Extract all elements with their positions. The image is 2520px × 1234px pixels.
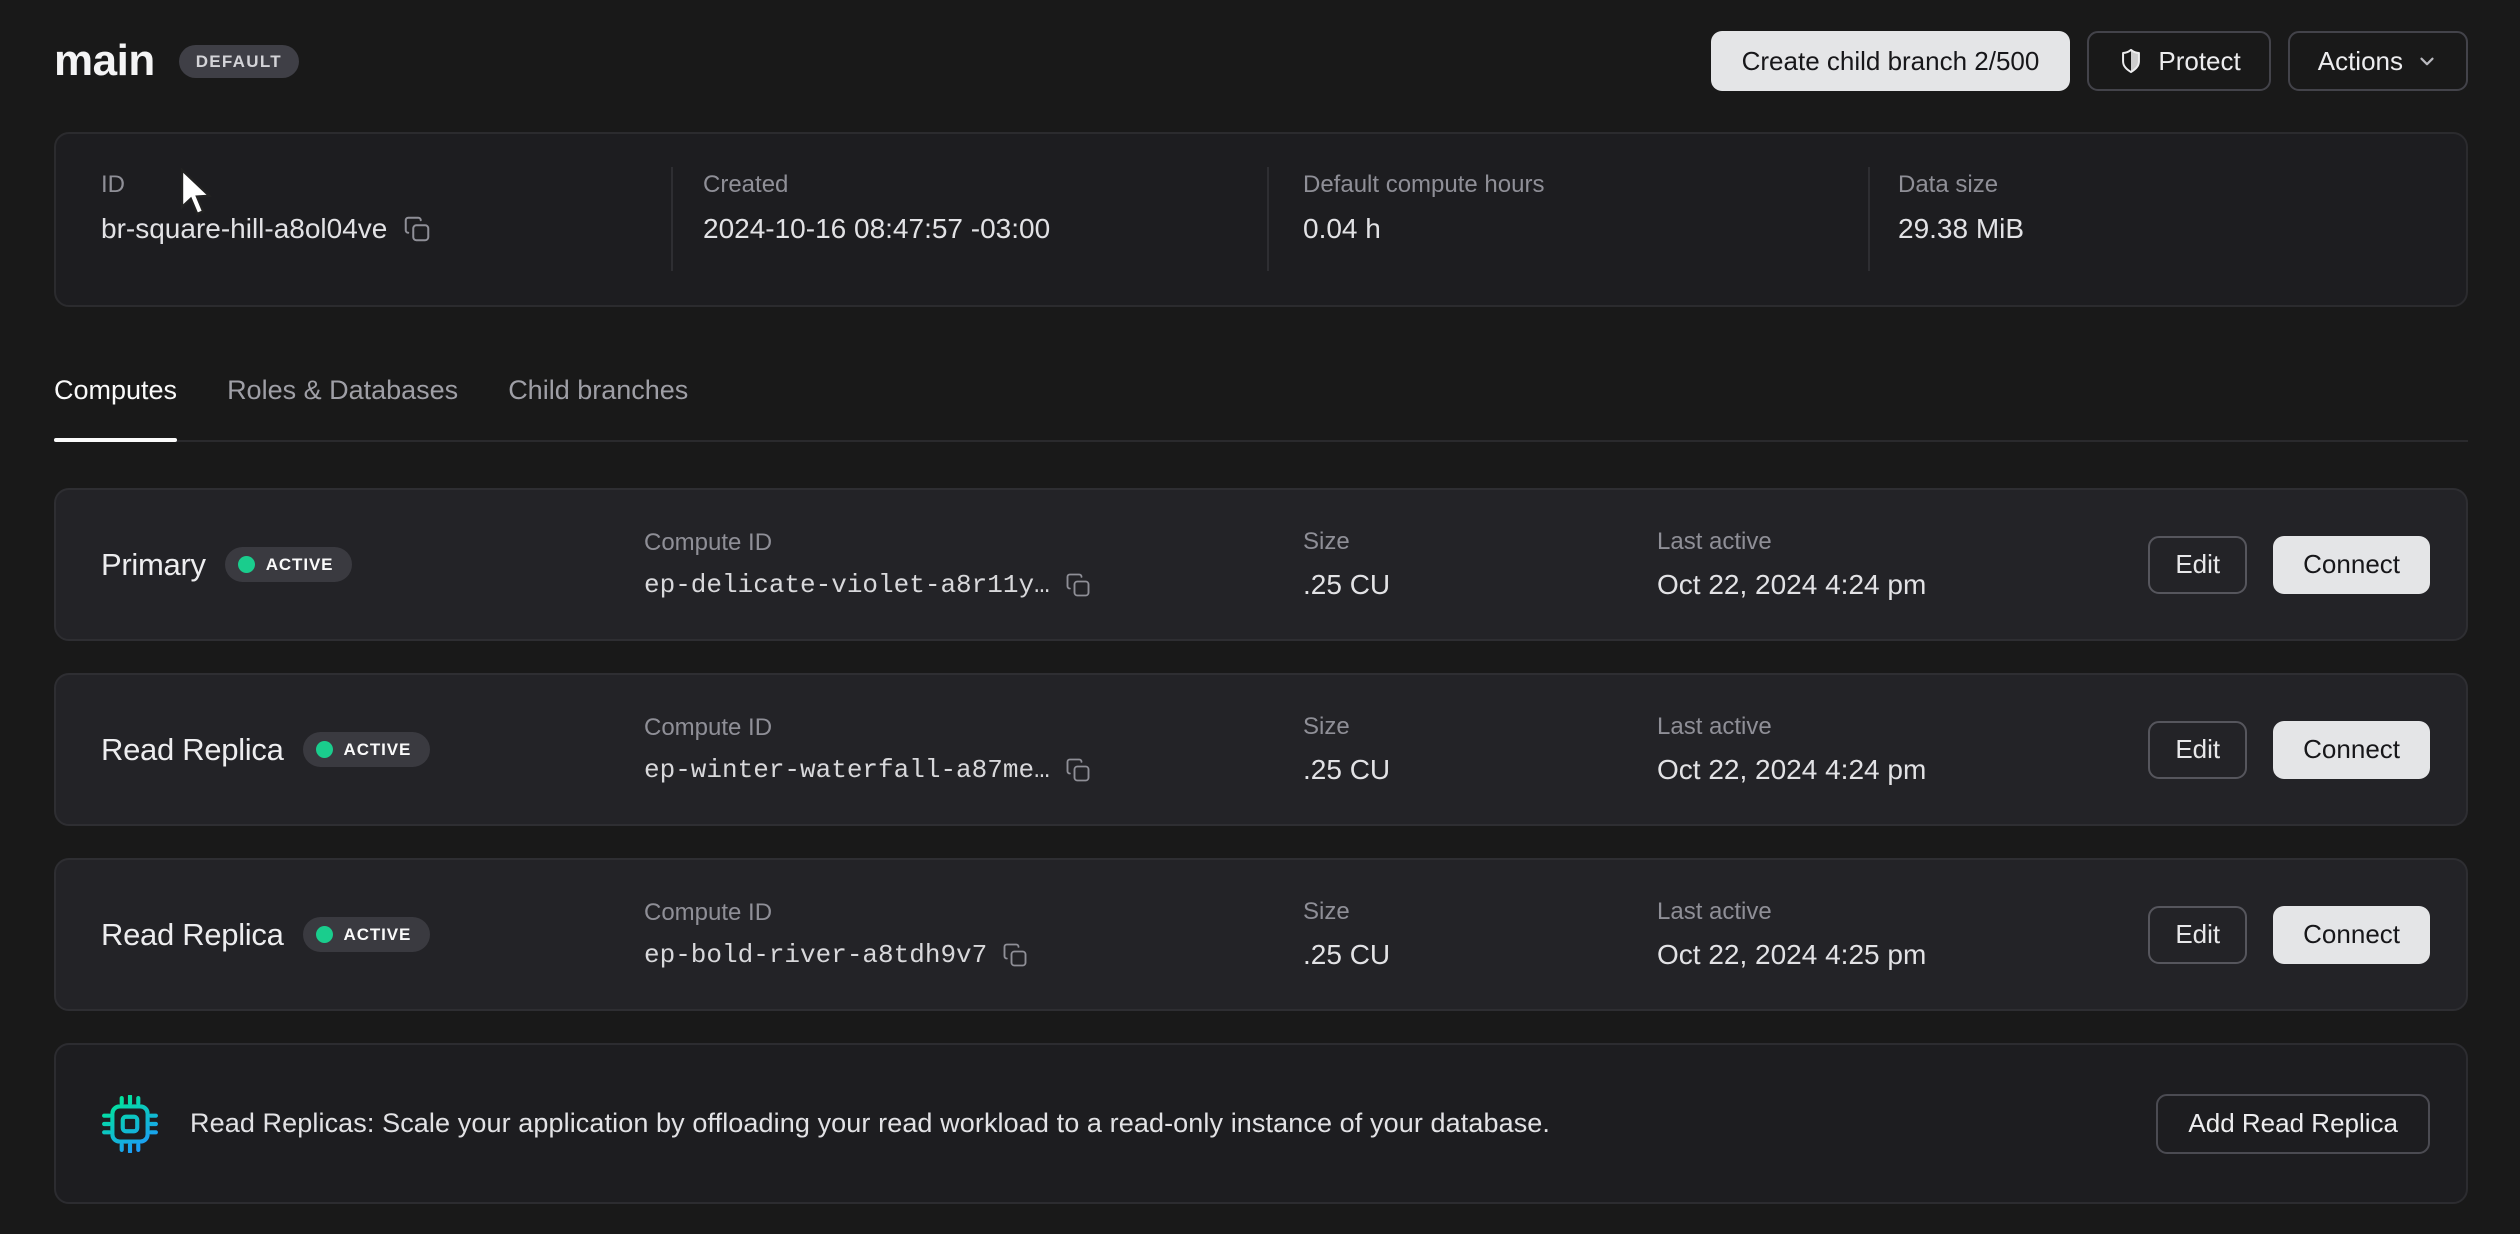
copy-icon[interactable] (1064, 756, 1092, 784)
divider (671, 167, 673, 271)
last-active-cell: Last active Oct 22, 2024 4:24 pm (1657, 528, 2148, 601)
read-replica-description: Read Replicas: Scale your application by… (190, 1108, 2156, 1139)
last-active-label: Last active (1657, 528, 2148, 556)
compute-id-cell: Compute ID ep-winter-waterfall-a87me… (644, 714, 1303, 785)
size-cell: Size .25 CU (1303, 898, 1657, 971)
compute-hours-value: 0.04 h (1303, 213, 1544, 245)
divider (1267, 167, 1269, 271)
size-value: .25 CU (1303, 754, 1657, 786)
created-field: Created 2024-10-16 08:47:57 -03:00 (703, 171, 1050, 245)
size-cell: Size .25 CU (1303, 713, 1657, 786)
actions-button[interactable]: Actions (2288, 31, 2468, 91)
add-read-replica-button[interactable]: Add Read Replica (2156, 1094, 2430, 1154)
created-label: Created (703, 171, 1050, 199)
branch-id-value: br-square-hill-a8ol04ve (101, 213, 387, 245)
branch-page: main DEFAULT Create child branch 2/500 P… (0, 0, 2520, 1204)
compute-id-cell: Compute ID ep-delicate-violet-a8r11y… (644, 529, 1303, 600)
compute-row-primary: Primary ACTIVE Compute ID ep-delicate-vi… (54, 488, 2468, 641)
copy-icon[interactable] (1064, 571, 1092, 599)
page-title: main (54, 36, 155, 86)
size-value: .25 CU (1303, 569, 1657, 601)
compute-id-value: ep-delicate-violet-a8r11y… (644, 570, 1050, 600)
compute-hours-label: Default compute hours (1303, 171, 1544, 199)
branch-info-card: ID br-square-hill-a8ol04ve Created 2024-… (54, 132, 2468, 307)
last-active-value: Oct 22, 2024 4:24 pm (1657, 754, 2148, 786)
compute-row-read-replica-2: Read Replica ACTIVE Compute ID ep-bold-r… (54, 858, 2468, 1011)
last-active-label: Last active (1657, 898, 2148, 926)
compute-id-cell: Compute ID ep-bold-river-a8tdh9v7 (644, 899, 1303, 970)
compute-name: Read Replica (101, 917, 284, 953)
read-replica-banner: Read Replicas: Scale your application by… (54, 1043, 2468, 1204)
page-header: main DEFAULT Create child branch 2/500 P… (54, 0, 2468, 92)
status-badge: ACTIVE (225, 547, 353, 582)
row-actions: Edit Connect (2148, 906, 2430, 964)
tab-computes[interactable]: Computes (54, 375, 177, 440)
branch-id-field: ID br-square-hill-a8ol04ve (101, 171, 432, 245)
compute-id-label: Compute ID (644, 714, 1303, 742)
protect-button-label: Protect (2158, 48, 2240, 74)
status-badge-label: ACTIVE (344, 926, 412, 943)
compute-name: Primary (101, 547, 206, 583)
last-active-value: Oct 22, 2024 4:25 pm (1657, 939, 2148, 971)
default-badge: DEFAULT (179, 45, 299, 78)
tab-bar: Computes Roles & Databases Child branche… (54, 375, 2468, 442)
row-actions: Edit Connect (2148, 721, 2430, 779)
tab-roles-databases[interactable]: Roles & Databases (227, 375, 458, 440)
status-dot-icon (238, 556, 255, 573)
connect-button[interactable]: Connect (2273, 536, 2430, 594)
last-active-cell: Last active Oct 22, 2024 4:25 pm (1657, 898, 2148, 971)
actions-button-label: Actions (2318, 48, 2403, 74)
compute-hours-field: Default compute hours 0.04 h (1303, 171, 1544, 245)
compute-name-cell: Read Replica ACTIVE (101, 732, 644, 768)
compute-name-cell: Primary ACTIVE (101, 547, 644, 583)
branch-id-label: ID (101, 171, 432, 199)
tab-child-branches[interactable]: Child branches (508, 375, 688, 440)
create-child-branch-button[interactable]: Create child branch 2/500 (1711, 31, 2071, 91)
edit-button[interactable]: Edit (2148, 906, 2247, 964)
created-value: 2024-10-16 08:47:57 -03:00 (703, 213, 1050, 245)
edit-button[interactable]: Edit (2148, 721, 2247, 779)
status-badge: ACTIVE (303, 917, 431, 952)
size-label: Size (1303, 898, 1657, 926)
title-wrap: main DEFAULT (54, 36, 299, 86)
compute-row-read-replica-1: Read Replica ACTIVE Compute ID ep-winter… (54, 673, 2468, 826)
status-dot-icon (316, 741, 333, 758)
last-active-label: Last active (1657, 713, 2148, 741)
compute-name: Read Replica (101, 732, 284, 768)
shield-icon (2117, 47, 2145, 75)
size-value: .25 CU (1303, 939, 1657, 971)
status-badge-label: ACTIVE (266, 556, 334, 573)
status-badge: ACTIVE (303, 732, 431, 767)
data-size-value: 29.38 MiB (1898, 213, 2024, 245)
data-size-field: Data size 29.38 MiB (1898, 171, 2024, 245)
edit-button[interactable]: Edit (2148, 536, 2247, 594)
copy-icon[interactable] (402, 214, 432, 244)
row-actions: Edit Connect (2148, 536, 2430, 594)
compute-id-label: Compute ID (644, 899, 1303, 927)
status-badge-label: ACTIVE (344, 741, 412, 758)
chevron-down-icon (2416, 50, 2438, 72)
size-label: Size (1303, 713, 1657, 741)
last-active-value: Oct 22, 2024 4:24 pm (1657, 569, 2148, 601)
size-cell: Size .25 CU (1303, 528, 1657, 601)
compute-id-label: Compute ID (644, 529, 1303, 557)
last-active-cell: Last active Oct 22, 2024 4:24 pm (1657, 713, 2148, 786)
compute-id-value: ep-winter-waterfall-a87me… (644, 755, 1050, 785)
divider (1868, 167, 1870, 271)
connect-button[interactable]: Connect (2273, 721, 2430, 779)
header-actions: Create child branch 2/500 Protect Action… (1711, 31, 2468, 91)
copy-icon[interactable] (1001, 941, 1029, 969)
chip-icon (101, 1095, 159, 1153)
connect-button[interactable]: Connect (2273, 906, 2430, 964)
status-dot-icon (316, 926, 333, 943)
compute-name-cell: Read Replica ACTIVE (101, 917, 644, 953)
protect-button[interactable]: Protect (2087, 31, 2270, 91)
compute-id-value: ep-bold-river-a8tdh9v7 (644, 940, 987, 970)
data-size-label: Data size (1898, 171, 2024, 199)
size-label: Size (1303, 528, 1657, 556)
